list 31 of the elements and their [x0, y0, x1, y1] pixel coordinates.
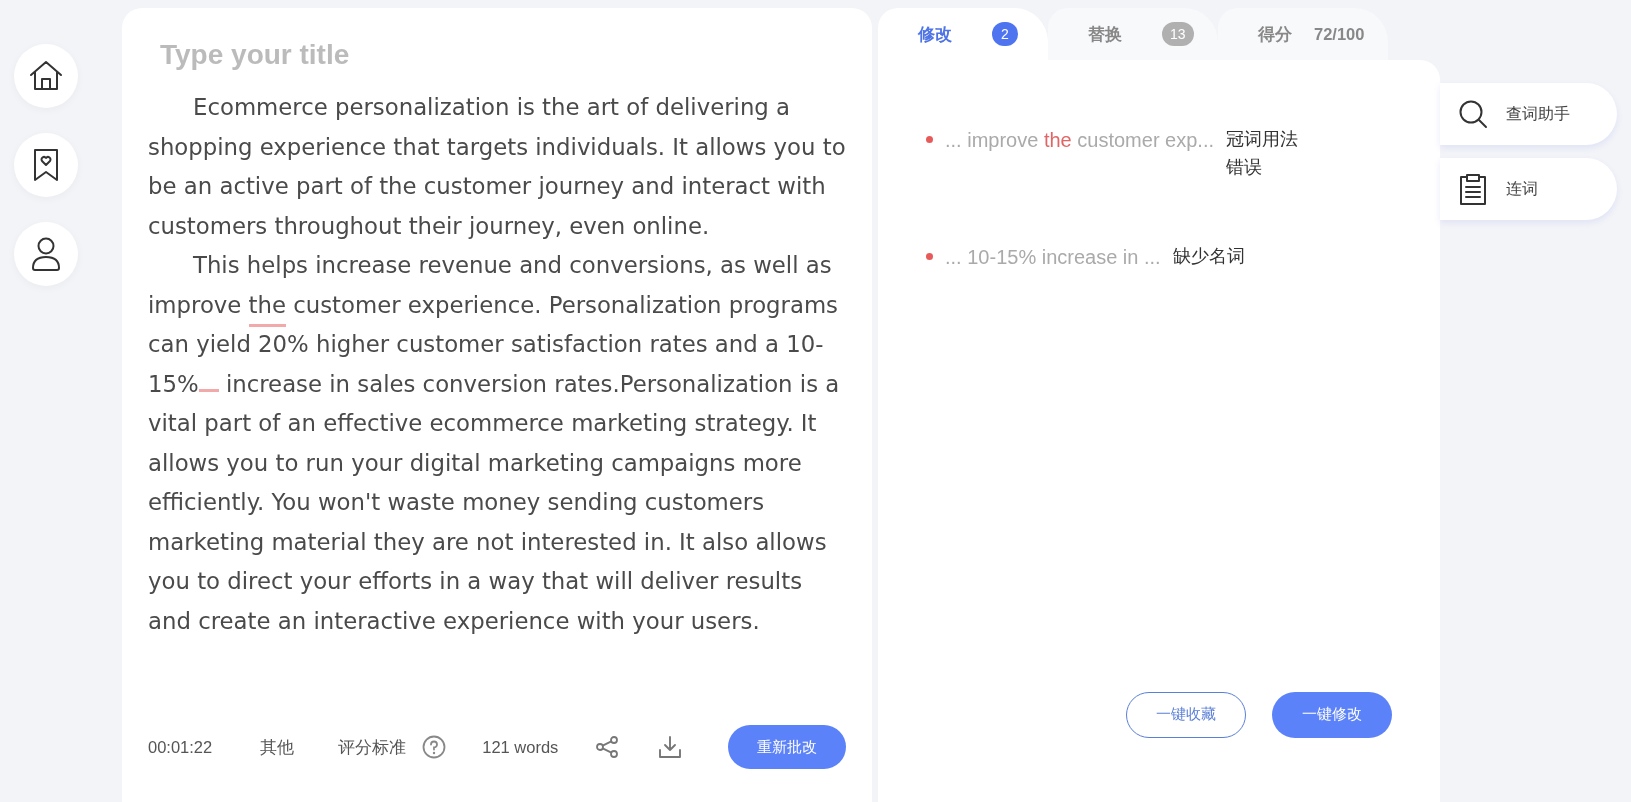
user-icon — [31, 236, 61, 272]
essay-paragraph: Ecommerce personalization is the art of delivering a shopping experience that targets individuals. It allows you to be an active part of the customer journey and interact with customers throughout their journey, even online. — [148, 93, 846, 241]
word-count: 121 words — [482, 736, 559, 758]
essay-paragraph: This helps increase revenue and conversions, as well as improve the customer experience. Personalization programs can yield 20% higher customer satisfaction rates and a 10-15% increase in sales conversion rates.Personalization is a vital part of an effective ecommerce marketing strategy. It allows you to run your digital marketing campaigns more efficiently. You won't waste money sending customers marketing material they are not interested in. It also allows you to direct your efforts in a way that will deliver results and create an interactive experience with your users. — [148, 251, 841, 636]
count-badge: 13 — [1162, 22, 1194, 46]
tab[interactable]: 修改 2 — [878, 8, 1048, 60]
issue-label: 缺少名词 — [1172, 245, 1245, 268]
search-icon — [1458, 99, 1488, 129]
bullet-dot — [926, 253, 933, 260]
count-badge: 2 — [992, 22, 1018, 46]
home-icon — [29, 60, 63, 92]
tab[interactable]: 替换 13 — [1048, 8, 1218, 60]
conjunctions-button[interactable]: 连词 — [1440, 158, 1617, 220]
download-icon[interactable] — [657, 734, 684, 760]
suggestion-snippet[interactable]: ... improve the customer exp... — [945, 122, 1214, 158]
collect-all-button[interactable]: 一键收藏 — [1126, 692, 1246, 738]
tab[interactable]: 得分 72/100 — [1218, 8, 1388, 60]
suggestion-snippet[interactable]: ... 10-15% increase in ... — [945, 239, 1161, 275]
recheck-button[interactable]: 重新批改 — [728, 725, 846, 769]
bookmark-heart-icon — [33, 148, 59, 182]
help-icon[interactable] — [422, 735, 447, 759]
dictionary-button[interactable]: 查词助手 — [1440, 83, 1617, 145]
fix-all-button[interactable]: 一键修改 — [1272, 692, 1392, 738]
timer-text: 00:01:22 — [148, 736, 213, 758]
clipboard-icon — [1458, 172, 1488, 206]
score-text: 72/100 — [1314, 23, 1365, 45]
criteria-text: 评分标准 — [338, 736, 407, 758]
category-text: 其他 — [260, 736, 295, 758]
bullet-dot — [926, 136, 933, 143]
issue-label: 冠词用法错误 — [1226, 128, 1299, 179]
share-icon[interactable] — [595, 735, 620, 759]
